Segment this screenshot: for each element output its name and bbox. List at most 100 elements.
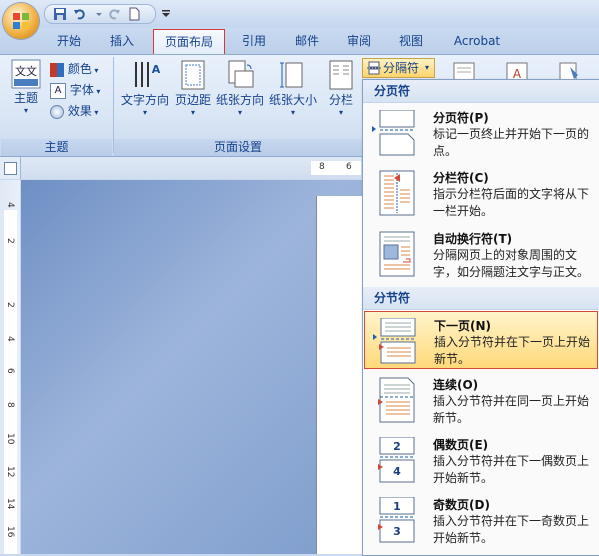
chevron-down-icon: ▾ <box>237 108 242 117</box>
column-break-icon <box>379 170 415 216</box>
tab-insert[interactable]: 插入 <box>100 31 144 51</box>
chevron-down-icon: ▾ <box>142 108 147 117</box>
columns-icon <box>329 60 353 90</box>
redo-icon[interactable] <box>107 7 121 21</box>
themes-icon: 文文 <box>11 59 41 89</box>
svg-text:2: 2 <box>393 440 401 453</box>
menu-item-desc: 插入分节符并在下一页上开始新节。 <box>434 335 591 366</box>
menu-item-title: 分页符(P) <box>433 111 489 125</box>
ruler-number: 16 <box>5 526 15 538</box>
office-button[interactable] <box>3 3 39 39</box>
customize-toolbar-icon[interactable] <box>160 7 172 19</box>
menu-item-title: 分栏符(C) <box>433 171 489 185</box>
menu-item-desc: 分隔网页上的对象周围的文字，如分隔题注文字与正文。 <box>433 248 590 279</box>
save-icon[interactable] <box>53 7 67 21</box>
document-workspace <box>21 180 366 554</box>
breaks-button[interactable]: 分隔符 ▾ <box>362 58 435 78</box>
page-breaks-header: 分页符 <box>363 80 599 103</box>
orientation-button[interactable]: 纸张方向 ▾ <box>214 59 266 129</box>
tab-references[interactable]: 引用 <box>232 31 276 51</box>
paper-size-button[interactable]: 纸张大小 ▾ <box>267 59 319 129</box>
effects-label: 效果 <box>67 104 92 118</box>
vertical-ruler[interactable]: 4 2 2 4 6 8 10 12 14 16 <box>0 180 20 554</box>
continuous-break-icon <box>378 377 415 423</box>
themes-button[interactable]: 文文 主题 ▾ <box>6 59 46 129</box>
svg-text:3: 3 <box>393 525 401 538</box>
page-break-icon <box>379 110 415 156</box>
menu-item-desc: 插入分节符并在下一奇数页上开始新节。 <box>433 514 590 545</box>
chevron-down-icon: ▾ <box>338 108 343 117</box>
menu-item-continuous[interactable]: 连续(O) 插入分节符并在同一页上开始新节。 <box>364 371 598 429</box>
colors-icon <box>50 62 64 77</box>
undo-icon[interactable] <box>73 7 87 21</box>
tab-selector[interactable] <box>0 157 21 179</box>
chevron-down-icon: ▾ <box>290 108 295 117</box>
tab-home[interactable]: 开始 <box>47 31 91 51</box>
menu-item-title: 连续(O) <box>433 378 479 392</box>
ruler-number: 2 <box>5 302 15 308</box>
even-page-break-icon: 2 4 <box>378 437 415 483</box>
themes-label: 主题 <box>13 91 38 105</box>
ruler-number: 6 <box>346 162 352 172</box>
menu-item-page-break[interactable]: 分页符(P) 标记一页终止并开始下一页的点。 <box>364 104 598 162</box>
menu-item-desc: 插入分节符并在下一偶数页上开始新节。 <box>433 454 590 485</box>
text-direction-label: 文字方向 <box>120 93 169 107</box>
section-breaks-header: 分节符 <box>363 287 599 310</box>
chevron-down-icon: ▾ <box>190 108 195 117</box>
ruler-number: 12 <box>5 466 15 478</box>
columns-button[interactable]: 分栏 ▾ <box>322 59 360 129</box>
margins-button[interactable]: 页边距 ▾ <box>172 59 214 129</box>
svg-text:1: 1 <box>393 500 401 513</box>
menu-item-column-break[interactable]: 分栏符(C) 指示分栏符后面的文字将从下一栏开始。 <box>364 164 598 222</box>
breaks-label: 分隔符 <box>383 61 420 75</box>
menu-item-title: 偶数页(E) <box>433 438 489 452</box>
dropdown-arrow-icon[interactable] <box>92 7 106 21</box>
paper-size-icon <box>280 62 303 88</box>
colors-button[interactable]: 颜色 ▾ <box>50 59 108 79</box>
svg-text:A: A <box>152 63 160 76</box>
menu-item-text-wrapping-break[interactable]: 自动换行符(T) 分隔网页上的对象周围的文字，如分隔题注文字与正文。 <box>364 225 598 283</box>
new-document-icon[interactable] <box>127 7 141 21</box>
breaks-icon <box>367 61 381 75</box>
effects-icon <box>50 104 64 119</box>
orientation-label: 纸张方向 <box>215 93 264 107</box>
odd-page-break-icon: 1 3 <box>378 497 415 543</box>
ruler-number: 14 <box>5 498 15 510</box>
menu-item-odd-page[interactable]: 1 3 奇数页(D) 插入分节符并在下一奇数页上开始新节。 <box>364 491 598 549</box>
ruler-number: 8 <box>319 162 325 172</box>
next-page-break-icon <box>379 318 416 364</box>
tab-view[interactable]: 视图 <box>389 31 433 51</box>
ruler-number: 4 <box>5 336 15 342</box>
theme-group-label: 主题 <box>1 139 112 156</box>
text-direction-button[interactable]: A 文字方向 ▾ <box>119 59 171 129</box>
columns-label: 分栏 <box>328 93 353 107</box>
tab-acrobat[interactable]: Acrobat <box>447 31 507 51</box>
margins-label: 页边距 <box>174 93 211 107</box>
menu-item-desc: 指示分栏符后面的文字将从下一栏开始。 <box>433 187 590 218</box>
office-logo-icon <box>13 13 29 29</box>
fonts-button[interactable]: A 字体 ▾ <box>50 80 108 100</box>
menu-item-desc: 标记一页终止并开始下一页的点。 <box>433 127 590 158</box>
menu-item-title: 奇数页(D) <box>433 498 490 512</box>
menu-item-title: 自动换行符(T) <box>433 232 513 246</box>
fonts-label: 字体 <box>69 83 94 97</box>
chevron-down-icon: ▾ <box>425 63 430 72</box>
menu-item-next-page[interactable]: 下一页(N) 插入分节符并在下一页上开始新节。 <box>364 311 598 369</box>
breaks-dropdown-menu: 分页符 分页符(P) 标记一页终止并开始下一页的点。 分栏符(C) 指示分栏符后… <box>362 79 599 556</box>
quick-access-toolbar <box>44 4 156 24</box>
ruler-number: 2 <box>5 238 15 244</box>
fonts-icon: A <box>50 82 66 99</box>
paper-size-label: 纸张大小 <box>268 93 317 107</box>
horizontal-ruler[interactable]: 8 6 <box>21 157 361 179</box>
menu-item-even-page[interactable]: 2 4 偶数页(E) 插入分节符并在下一偶数页上开始新节。 <box>364 431 598 489</box>
ruler-number: 10 <box>5 433 15 445</box>
tab-mailings[interactable]: 邮件 <box>285 31 329 51</box>
tab-page-layout[interactable]: 页面布局 <box>153 29 225 54</box>
ruler-number: 4 <box>5 202 15 208</box>
svg-text:文文: 文文 <box>15 64 37 78</box>
menu-item-desc: 插入分节符并在同一页上开始新节。 <box>433 394 590 425</box>
tab-review[interactable]: 审阅 <box>337 31 381 51</box>
effects-button[interactable]: 效果 ▾ <box>50 101 108 121</box>
margins-icon <box>181 60 205 90</box>
orientation-icon <box>228 60 254 88</box>
